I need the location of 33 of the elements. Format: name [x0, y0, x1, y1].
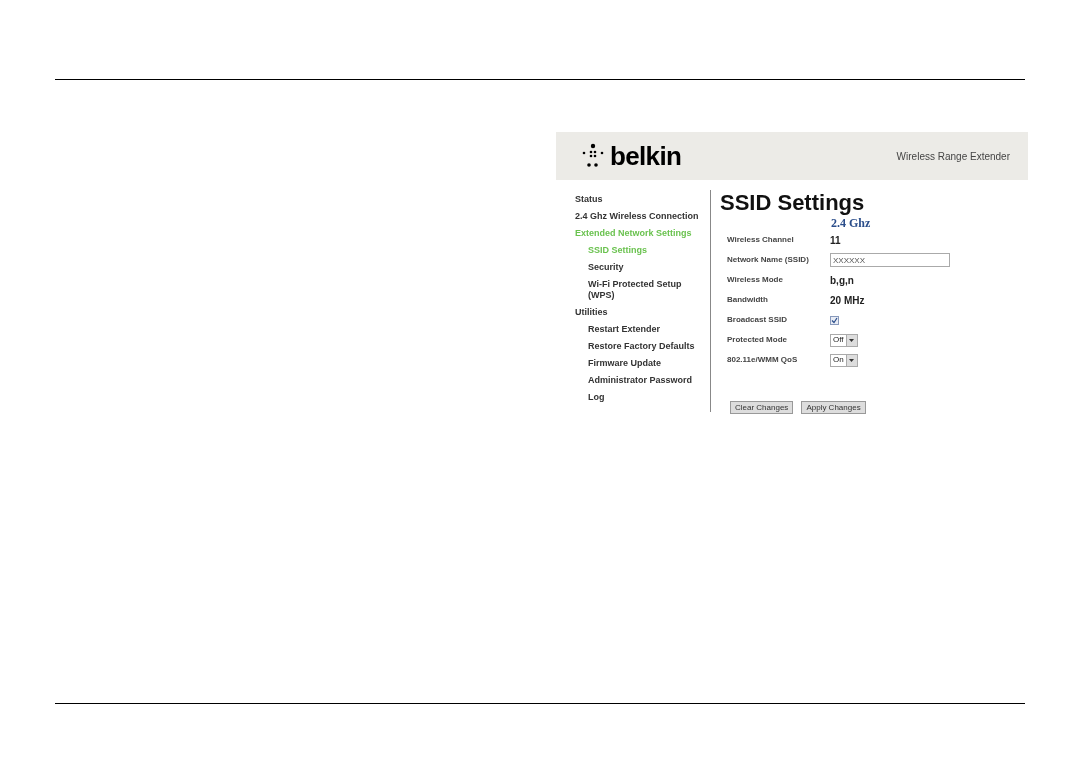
ssid-input-field[interactable]: XXXXXX — [830, 253, 950, 267]
product-name: Wireless Range Extender — [896, 149, 1010, 164]
dropdown[interactable]: Off — [830, 333, 858, 347]
nav-subitem[interactable]: Wi-Fi Protected Setup (WPS) — [588, 279, 698, 301]
band-heading: 2.4 Ghz — [831, 216, 872, 230]
dropdown[interactable]: On — [830, 353, 858, 367]
field-value: b,g,n — [830, 273, 854, 288]
nav-subitem[interactable]: Administrator Password — [588, 375, 698, 386]
field-label: Broadcast SSID — [727, 314, 789, 326]
nav-item[interactable]: Utilities — [575, 304, 608, 321]
field-value: 11 — [830, 233, 841, 248]
action-button[interactable]: Apply Changes — [801, 401, 866, 414]
checkbox[interactable] — [830, 315, 839, 325]
nav-subitem[interactable]: Firmware Update — [588, 358, 698, 369]
field-label: Protected Mode — [727, 334, 788, 346]
nav-item[interactable]: 2.4 Ghz Wireless Connection — [575, 208, 699, 225]
field-value: 20 MHz — [830, 293, 865, 308]
field-label: Wireless Channel — [727, 234, 795, 246]
field-label: 802.11e/WMM QoS — [727, 354, 799, 366]
nav-subitem[interactable]: Restart Extender — [588, 324, 698, 335]
nav-subitem[interactable]: Log — [588, 392, 698, 403]
field-label: Network Name (SSID) — [727, 254, 810, 266]
nav-item[interactable]: Status — [575, 191, 603, 208]
caret-icon — [849, 338, 855, 342]
action-button[interactable]: Clear Changes — [730, 401, 794, 414]
nav-subitem[interactable]: Restore Factory Defaults — [588, 341, 698, 352]
nav-subitem[interactable]: Security — [588, 262, 698, 273]
field-label: Bandwidth — [727, 294, 769, 306]
field-label: Wireless Mode — [727, 274, 784, 286]
caret-icon — [849, 358, 855, 362]
brand-logo: belkin — [610, 143, 682, 169]
page-title: SSID Settings — [720, 190, 866, 216]
dots-logo-icon — [582, 143, 604, 169]
